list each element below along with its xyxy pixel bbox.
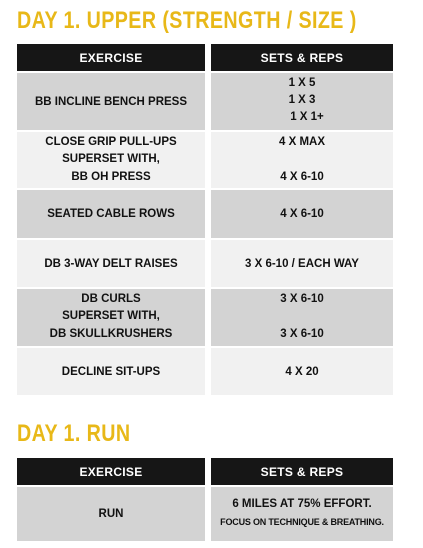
sets-line: 4 X 20 <box>285 365 319 378</box>
table-row-sets: 6 MILES AT 75% EFFORT. FOCUS ON TECHNIQU… <box>211 487 393 541</box>
table-row-sets: 3 X 6-10 / EACH WAY <box>211 240 393 287</box>
sets-line: 3 X 6-10 <box>280 328 324 340</box>
exercise-label: SEATED CABLE ROWS <box>47 208 175 220</box>
exercise-label: DB 3-WAY DELT RAISES <box>44 257 178 270</box>
table-row-sets: 4 X MAX 4 X 6-10 <box>211 132 393 188</box>
header-exercise: EXERCISE <box>17 44 205 71</box>
exercise-line: BB OH PRESS <box>71 171 151 183</box>
sets-line: 1 X 1+ <box>290 111 324 123</box>
exercise-line: DB SKULLKRUSHERS <box>49 328 173 340</box>
sets-line: 4 X 6-10 <box>280 171 324 183</box>
table-row-exercise: SEATED CABLE ROWS <box>17 190 205 238</box>
table-row-sets: 3 X 6-10 3 X 6-10 <box>211 289 393 346</box>
table-row-exercise: CLOSE GRIP PULL-UPS SUPERSET WITH, BB OH… <box>17 132 205 188</box>
exercise-label: RUN <box>98 508 124 520</box>
sets-line: 1 X 3 <box>288 94 316 106</box>
sets-line: 3 X 6-10 / EACH WAY <box>245 257 359 270</box>
table-row-exercise: RUN <box>17 487 205 541</box>
sets-line: 3 X 6-10 <box>280 293 324 305</box>
section-title-upper: DAY 1. UPPER (STRENGTH / SIZE ) <box>17 7 357 34</box>
sets-line: 4 X MAX <box>278 136 325 148</box>
exercise-line: CLOSE GRIP PULL-UPS <box>45 136 177 148</box>
table-row-sets: 4 X 20 <box>211 348 393 395</box>
table-row-exercise: DECLINE SIT-UPS <box>17 348 205 395</box>
sets-line: 6 MILES AT 75% EFFORT. <box>232 498 372 510</box>
exercise-label: DECLINE SIT-UPS <box>61 365 161 378</box>
header-sets-reps: SETS & REPS <box>211 458 393 485</box>
exercise-line: SUPERSET WITH, <box>62 310 160 322</box>
exercise-label: BB INCLINE BENCH PRESS <box>34 95 188 108</box>
table-row-exercise: BB INCLINE BENCH PRESS <box>17 73 205 130</box>
exercise-line: DB CURLS <box>81 293 141 305</box>
table-row-sets: 1 X 5 1 X 3 1 X 1+ <box>211 73 393 130</box>
section-title-run: DAY 1. RUN <box>17 420 131 447</box>
table-row-exercise: DB CURLS SUPERSET WITH, DB SKULLKRUSHERS <box>17 289 205 346</box>
sets-note: FOCUS ON TECHNIQUE & BREATHING. <box>220 517 384 527</box>
table-row-sets: 4 X 6-10 <box>211 190 393 238</box>
header-sets-reps: SETS & REPS <box>211 44 393 71</box>
exercise-line: SUPERSET WITH, <box>62 153 160 165</box>
sets-line: 4 X 6-10 <box>280 208 324 220</box>
sets-line: 1 X 5 <box>288 77 316 89</box>
table-row-exercise: DB 3-WAY DELT RAISES <box>17 240 205 287</box>
header-exercise: EXERCISE <box>17 458 205 485</box>
